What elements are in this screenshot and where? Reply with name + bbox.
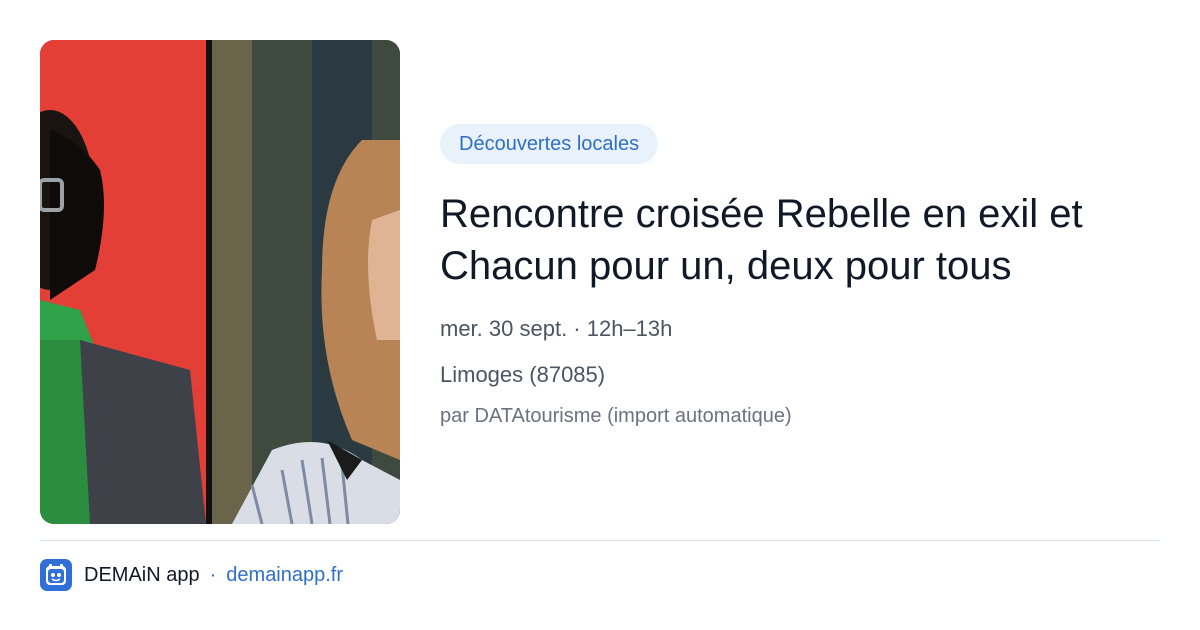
event-photo (40, 40, 400, 524)
photo-right-panel (212, 40, 400, 524)
footer: DEMAiN app · demainapp.fr (40, 558, 343, 592)
category-badge[interactable]: Découvertes locales (440, 124, 659, 164)
event-details: Découvertes locales Rencontre croisée Re… (440, 124, 1160, 428)
event-source: par DATAtourisme (import automatique) (440, 405, 792, 427)
event-card[interactable]: Découvertes locales Rencontre croisée Re… (40, 40, 1160, 524)
demain-app-logo-icon[interactable] (40, 559, 72, 591)
event-location: Limoges (87085) (440, 362, 606, 387)
event-date: mer. 30 sept. · 12h–13h (440, 316, 673, 341)
app-url-link[interactable]: demainapp.fr (226, 564, 343, 587)
app-name[interactable]: DEMAiN app (84, 564, 200, 587)
photo-left-panel (40, 40, 206, 524)
logo-face-icon (46, 564, 66, 585)
footer-separator: · (209, 563, 217, 586)
photo-left-person (40, 40, 206, 524)
event-title[interactable]: Rencontre croisée Rebelle en exil et Cha… (440, 188, 1160, 292)
footer-divider (40, 540, 1160, 541)
photo-right-person (212, 40, 400, 524)
